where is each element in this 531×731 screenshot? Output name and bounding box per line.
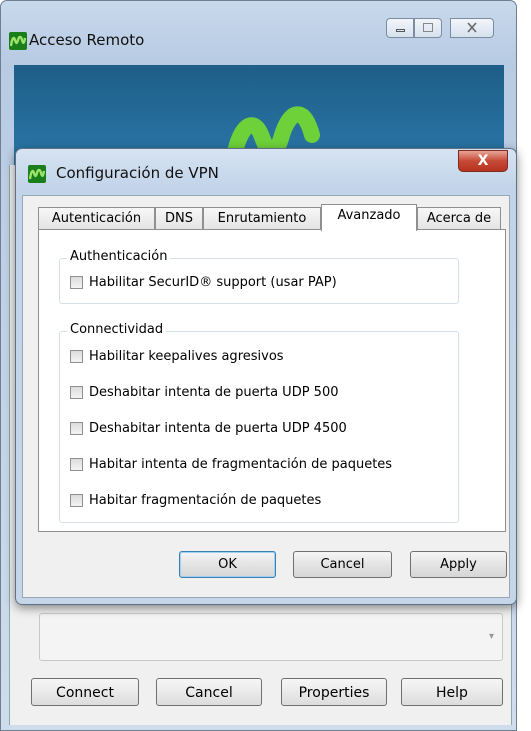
tab-enrutamiento[interactable]: Enrutamiento <box>203 207 321 230</box>
checkbox[interactable] <box>70 422 83 435</box>
checkbox-label: Habitar intenta de fragmentación de paqu… <box>89 457 393 472</box>
connection-combo[interactable]: ▾ <box>39 613 503 661</box>
option-packet-fragmentation[interactable]: Habitar fragmentación de paquetes <box>70 493 321 508</box>
close-icon[interactable]: X <box>458 150 508 172</box>
cancel-button[interactable]: Cancel <box>156 678 262 706</box>
checkbox-label: Deshabitar intenta de puerta UDP 4500 <box>89 421 347 436</box>
checkbox[interactable] <box>70 350 83 363</box>
option-udp-500[interactable]: Deshabitar intenta de puerta UDP 500 <box>70 385 339 400</box>
option-securid[interactable]: Habilitar SecurID® support (usar PAP) <box>70 275 337 290</box>
apply-button[interactable]: Apply <box>410 551 507 578</box>
checkbox-label: Habilitar SecurID® support (usar PAP) <box>89 275 337 290</box>
checkbox[interactable] <box>70 276 83 289</box>
caption-buttons <box>386 18 494 38</box>
dropdown-arrow-icon[interactable]: ▾ <box>489 631 494 642</box>
option-udp-4500[interactable]: Deshabitar intenta de puerta UDP 4500 <box>70 421 347 436</box>
connect-button[interactable]: Connect <box>31 678 139 706</box>
minimize-icon[interactable] <box>386 18 414 38</box>
maximize-icon[interactable] <box>414 18 442 38</box>
tab-avanzado[interactable]: Avanzado <box>321 204 417 231</box>
checkbox-label: Habitar fragmentación de paquetes <box>89 493 322 508</box>
tab-panel-avanzado: Authenticación Habilitar SecurID® suppor… <box>38 229 506 532</box>
checkbox[interactable] <box>70 458 83 471</box>
tab-dns[interactable]: DNS <box>155 207 203 230</box>
checkbox[interactable] <box>70 494 83 507</box>
dialog-title: Configuración de VPN <box>56 164 219 182</box>
cancel-button[interactable]: Cancel <box>293 551 392 578</box>
authentication-group: Authenticación Habilitar SecurID® suppor… <box>59 249 459 304</box>
group-label: Authenticación <box>67 249 171 264</box>
connectivity-group: Connectividad Habilitar keepalives agres… <box>59 322 459 523</box>
option-fragmentation-attempt[interactable]: Habitar intenta de fragmentación de paqu… <box>70 457 392 472</box>
option-keepalives[interactable]: Habilitar keepalives agresivos <box>70 349 284 364</box>
vpn-config-dialog: Configuración de VPN X Autenticación DNS… <box>15 148 517 605</box>
group-label: Connectividad <box>67 322 167 337</box>
tab-autenticacion[interactable]: Autenticación <box>38 207 155 230</box>
properties-button[interactable]: Properties <box>281 678 387 706</box>
close-icon[interactable] <box>450 18 494 38</box>
window-title: Acceso Remoto <box>29 31 145 49</box>
checkbox[interactable] <box>70 386 83 399</box>
help-button[interactable]: Help <box>401 678 503 706</box>
tab-acerca-de[interactable]: Acerca de <box>417 207 501 230</box>
movistar-logo-icon <box>9 32 27 50</box>
checkbox-label: Deshabitar intenta de puerta UDP 500 <box>89 385 339 400</box>
ok-button[interactable]: OK <box>179 551 276 578</box>
dialog-body: Autenticación DNS Enrutamiento Avanzado … <box>22 195 510 598</box>
movistar-logo-icon <box>28 165 46 183</box>
checkbox-label: Habilitar keepalives agresivos <box>89 349 284 364</box>
